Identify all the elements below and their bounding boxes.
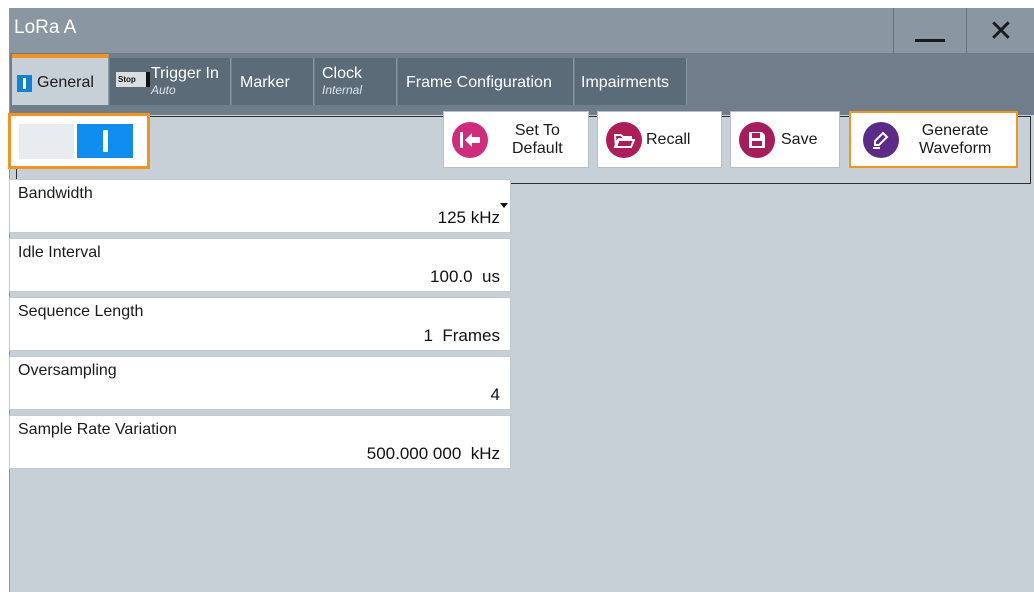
stop-badge: Stop — [116, 72, 150, 87]
generate-waveform-button[interactable]: Generate Waveform — [849, 111, 1018, 168]
generate-waveform-label: Generate Waveform — [919, 122, 991, 158]
oversampling-value: 4 — [490, 385, 500, 404]
arrow-left-icon — [452, 121, 488, 158]
oversampling-field[interactable]: Oversampling 4 — [9, 356, 511, 410]
tab-marker-label: Marker — [240, 74, 290, 91]
generate-waveform-line1: Generate — [921, 121, 989, 139]
idle-interval-label: Idle Interval — [18, 244, 101, 261]
tab-clock-label: Clock — [322, 65, 363, 82]
power-on-icon — [77, 124, 133, 158]
bandwidth-value: 125 kHz — [437, 208, 500, 227]
bandwidth-label: Bandwidth — [18, 185, 93, 202]
tab-marker[interactable]: Marker — [232, 58, 314, 105]
tab-frame-configuration-label: Frame Configuration — [406, 74, 552, 91]
close-button[interactable]: ✕ — [966, 8, 1034, 54]
tab-trigger-in-sub: Auto — [151, 83, 176, 97]
tab-general-label: General — [37, 74, 94, 91]
state-toggle[interactable] — [8, 113, 150, 169]
oversampling-label: Oversampling — [18, 362, 117, 379]
window-title: LoRa A — [14, 17, 77, 38]
set-to-default-label: Set To Default — [512, 122, 563, 158]
save-button[interactable]: Save — [730, 111, 840, 168]
tab-general[interactable]: General — [12, 54, 109, 105]
pen-icon — [863, 121, 899, 158]
folder-icon — [606, 121, 642, 158]
tab-frame-configuration[interactable]: Frame Configuration — [398, 58, 574, 105]
tab-impairments-label: Impairments — [581, 74, 670, 91]
chevron-down-icon — [500, 203, 508, 208]
sequence-length-label: Sequence Length — [18, 303, 144, 320]
idle-interval-value: 100.0 us — [430, 267, 500, 286]
tab-bar: General Stop Trigger In Auto Marker Cloc… — [10, 54, 1034, 115]
minimize-button[interactable] — [893, 8, 966, 54]
floppy-icon — [739, 121, 775, 158]
idle-interval-field[interactable]: Idle Interval 100.0 us — [9, 238, 511, 292]
recall-label: Recall — [646, 130, 691, 148]
minimize-icon — [915, 38, 945, 42]
toggle-off-half — [19, 124, 74, 159]
set-to-default-button[interactable]: Set To Default — [443, 111, 589, 168]
bandwidth-dropdown[interactable]: Bandwidth 125 kHz — [9, 179, 511, 233]
generate-waveform-line2: Waveform — [919, 139, 992, 157]
sequence-length-value: 1 Frames — [423, 326, 500, 345]
set-to-default-line1: Set To — [514, 121, 560, 139]
tab-clock[interactable]: Clock Internal — [315, 58, 397, 105]
sample-rate-variation-value: 500.000 000 kHz — [366, 444, 500, 463]
tab-clock-sub: Internal — [322, 83, 363, 97]
recall-button[interactable]: Recall — [597, 111, 722, 168]
tab-impairments[interactable]: Impairments — [575, 58, 687, 105]
sample-rate-variation-field[interactable]: Sample Rate Variation 500.000 000 kHz — [9, 415, 511, 469]
sequence-length-field[interactable]: Sequence Length 1 Frames — [9, 297, 511, 351]
set-to-default-line2: Default — [512, 139, 563, 157]
tab-trigger-in-label: Trigger In — [151, 65, 219, 82]
sample-rate-variation-label: Sample Rate Variation — [18, 421, 177, 438]
close-icon: ✕ — [988, 13, 1014, 49]
save-label: Save — [781, 130, 818, 148]
title-bar: LoRa A ✕ — [10, 8, 1034, 54]
tab-trigger-in[interactable]: Stop Trigger In Auto — [110, 58, 231, 105]
blue-square-icon — [17, 75, 32, 92]
